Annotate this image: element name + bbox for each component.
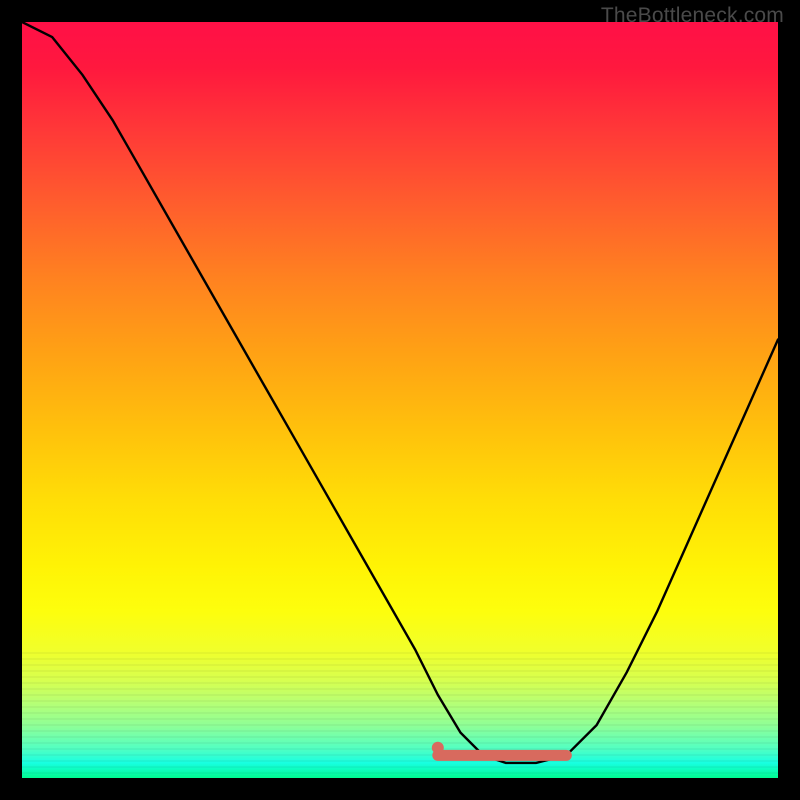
plot-area (22, 22, 778, 778)
chart-frame: TheBottleneck.com (0, 0, 800, 800)
optimal-point-marker (432, 742, 444, 754)
bottleneck-curve (22, 22, 778, 763)
chart-svg (22, 22, 778, 778)
